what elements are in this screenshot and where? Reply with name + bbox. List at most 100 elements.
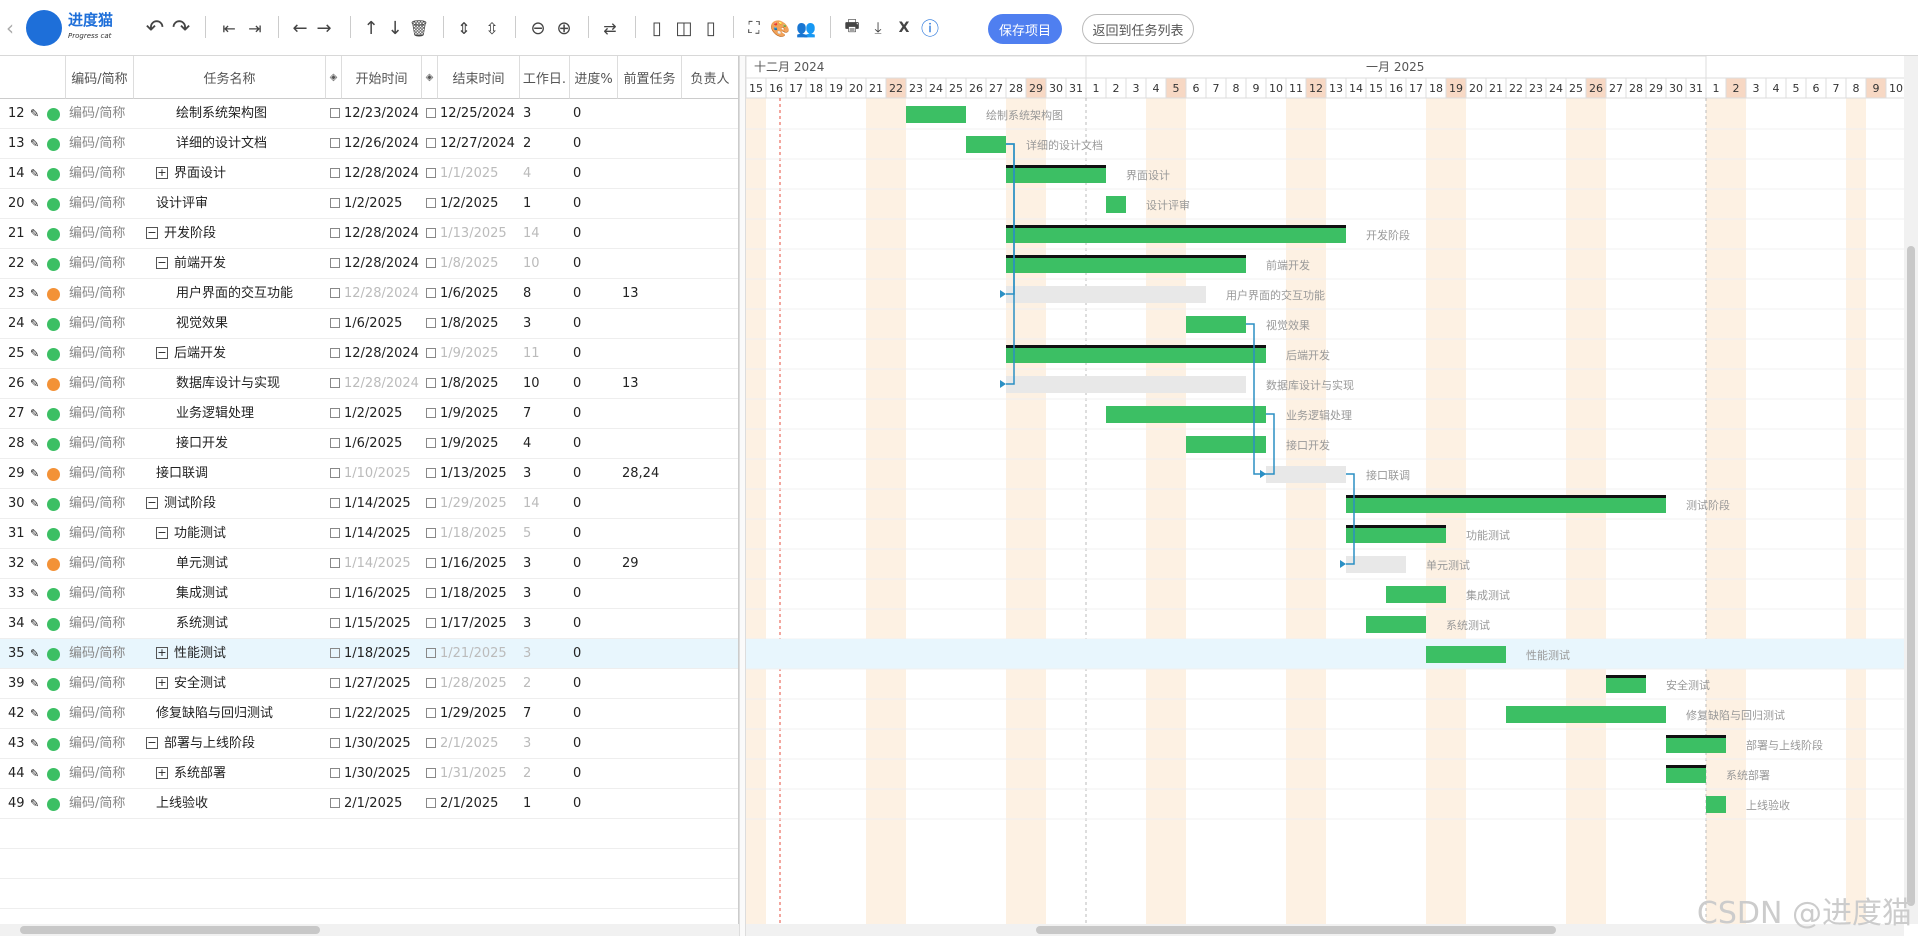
- logo[interactable]: ‹ 进度猫 Progress cat: [6, 8, 113, 48]
- edit-pencil-icon[interactable]: ✎: [30, 549, 42, 579]
- start-date[interactable]: 12/23/2024: [330, 99, 420, 129]
- task-row[interactable]: 12 ✎ 编码/简称 绘制系统架构图 12/23/2024 12/25/2024 3 0: [0, 99, 738, 129]
- end-date[interactable]: 1/17/2025: [426, 609, 520, 639]
- task-row[interactable]: 27 ✎ 编码/简称 业务逻辑处理 1/2/2025 1/9/2025 7 0: [0, 399, 738, 429]
- end-date[interactable]: 12/25/2024: [426, 99, 520, 129]
- palette-icon[interactable]: 🎨: [768, 12, 792, 44]
- start-date[interactable]: 1/14/2025: [330, 489, 420, 519]
- task-name[interactable]: + 安全测试: [156, 669, 324, 699]
- task-row[interactable]: 14 ✎ 编码/简称 + 界面设计 12/28/2024 1/1/2025 4 0: [0, 159, 738, 189]
- back-chevron-icon[interactable]: ‹: [6, 12, 14, 44]
- arrow-down-icon[interactable]: ↓: [384, 12, 406, 44]
- task-name[interactable]: 接口联调: [156, 459, 324, 489]
- start-date[interactable]: 1/6/2025: [330, 309, 420, 339]
- zoom-out-icon[interactable]: ⊖: [526, 12, 550, 44]
- task-name[interactable]: 上线验收: [156, 789, 324, 819]
- end-date[interactable]: 1/21/2025: [426, 639, 520, 669]
- edit-pencil-icon[interactable]: ✎: [30, 789, 42, 819]
- layout-left-icon[interactable]: ▯: [645, 12, 669, 44]
- task-name[interactable]: 集成测试: [166, 579, 324, 609]
- download-icon[interactable]: ⤓: [866, 12, 890, 44]
- collapse-icon[interactable]: −: [146, 496, 158, 509]
- task-row[interactable]: 21 ✎ 编码/简称 − 开发阶段 12/28/2024 1/13/2025 14 0: [0, 219, 738, 249]
- task-row[interactable]: 29 ✎ 编码/简称 接口联调 1/10/2025 1/13/2025 3 0 28,24: [0, 459, 738, 489]
- link-tasks-icon[interactable]: ⇄: [598, 12, 622, 44]
- task-name[interactable]: 系统测试: [166, 609, 324, 639]
- start-date[interactable]: 12/28/2024: [330, 339, 420, 369]
- start-date[interactable]: 12/26/2024: [330, 129, 420, 159]
- edit-pencil-icon[interactable]: ✎: [30, 129, 42, 159]
- task-name[interactable]: 业务逻辑处理: [166, 399, 324, 429]
- edit-pencil-icon[interactable]: ✎: [30, 609, 42, 639]
- end-date[interactable]: 1/8/2025: [426, 249, 520, 279]
- edit-pencil-icon[interactable]: ✎: [30, 759, 42, 789]
- edit-pencil-icon[interactable]: ✎: [30, 369, 42, 399]
- arrow-left-icon[interactable]: ←: [288, 12, 312, 44]
- task-name[interactable]: 绘制系统架构图: [166, 99, 324, 129]
- end-date[interactable]: 1/31/2025: [426, 759, 520, 789]
- start-date[interactable]: 1/18/2025: [330, 639, 420, 669]
- start-date[interactable]: 1/10/2025: [330, 459, 420, 489]
- edit-pencil-icon[interactable]: ✎: [30, 579, 42, 609]
- end-date[interactable]: 1/2/2025: [426, 189, 520, 219]
- expand-icon[interactable]: +: [156, 646, 168, 659]
- header-end-toggle-icon[interactable]: ◈: [422, 56, 438, 99]
- task-name[interactable]: + 界面设计: [156, 159, 324, 189]
- header-pred[interactable]: 前置任务: [618, 56, 682, 99]
- task-name[interactable]: 详细的设计文档: [166, 129, 324, 159]
- task-row[interactable]: 39 ✎ 编码/简称 + 安全测试 1/27/2025 1/28/2025 2 0: [0, 669, 738, 699]
- header-start-toggle-icon[interactable]: ◈: [326, 56, 342, 99]
- edit-pencil-icon[interactable]: ✎: [30, 159, 42, 189]
- task-name[interactable]: − 开发阶段: [146, 219, 324, 249]
- back-to-list-button[interactable]: 返回到任务列表: [1082, 14, 1194, 44]
- start-date[interactable]: 1/15/2025: [330, 609, 420, 639]
- arrow-right-icon[interactable]: →: [312, 12, 336, 44]
- excel-icon[interactable]: X: [892, 12, 916, 44]
- help-icon[interactable]: ⓘ: [918, 12, 942, 44]
- trash-icon[interactable]: 🗑: [408, 12, 430, 44]
- task-row[interactable]: 30 ✎ 编码/简称 − 测试阶段 1/14/2025 1/29/2025 14 0: [0, 489, 738, 519]
- outdent-icon[interactable]: ⇤: [216, 12, 242, 44]
- start-date[interactable]: 1/6/2025: [330, 429, 420, 459]
- end-date[interactable]: 1/9/2025: [426, 399, 520, 429]
- header-start[interactable]: 开始时间: [342, 56, 422, 99]
- task-row[interactable]: 23 ✎ 编码/简称 用户界面的交互功能 12/28/2024 1/6/2025 8 0 13: [0, 279, 738, 309]
- task-name[interactable]: 单元测试: [166, 549, 324, 579]
- start-date[interactable]: 12/28/2024: [330, 219, 420, 249]
- header-days[interactable]: 工作日.: [520, 56, 570, 99]
- edit-pencil-icon[interactable]: ✎: [30, 669, 42, 699]
- task-name[interactable]: − 前端开发: [156, 249, 324, 279]
- edit-pencil-icon[interactable]: ✎: [30, 429, 42, 459]
- task-row[interactable]: 24 ✎ 编码/简称 视觉效果 1/6/2025 1/8/2025 3 0: [0, 309, 738, 339]
- task-row[interactable]: 34 ✎ 编码/简称 系统测试 1/15/2025 1/17/2025 3 0: [0, 609, 738, 639]
- users-icon[interactable]: 👥: [794, 12, 818, 44]
- expand-rows-icon[interactable]: ⇕: [452, 12, 476, 44]
- layout-right-icon[interactable]: ▯: [699, 12, 723, 44]
- collapse-rows-icon[interactable]: ⇳: [480, 12, 504, 44]
- end-date[interactable]: 1/13/2025: [426, 459, 520, 489]
- layout-split-icon[interactable]: ◫: [672, 12, 696, 44]
- task-name[interactable]: 设计评审: [156, 189, 324, 219]
- undo-icon[interactable]: ↶: [142, 12, 168, 44]
- task-name[interactable]: 用户界面的交互功能: [166, 279, 324, 309]
- expand-icon[interactable]: +: [156, 766, 168, 779]
- task-row[interactable]: 33 ✎ 编码/简称 集成测试 1/16/2025 1/18/2025 3 0: [0, 579, 738, 609]
- edit-pencil-icon[interactable]: ✎: [30, 279, 42, 309]
- edit-pencil-icon[interactable]: ✎: [30, 699, 42, 729]
- end-date[interactable]: 12/27/2024: [426, 129, 520, 159]
- start-date[interactable]: 1/2/2025: [330, 189, 420, 219]
- end-date[interactable]: 2/1/2025: [426, 729, 520, 759]
- end-date[interactable]: 1/29/2025: [426, 699, 520, 729]
- task-row[interactable]: 35 ✎ 编码/简称 + 性能测试 1/18/2025 1/21/2025 3 0: [0, 639, 738, 669]
- header-name[interactable]: 任务名称: [134, 56, 326, 99]
- edit-pencil-icon[interactable]: ✎: [30, 729, 42, 759]
- collapse-icon[interactable]: −: [156, 256, 168, 269]
- task-name[interactable]: 接口开发: [166, 429, 324, 459]
- start-date[interactable]: 12/28/2024: [330, 249, 420, 279]
- start-date[interactable]: 12/28/2024: [330, 369, 420, 399]
- task-row[interactable]: 20 ✎ 编码/简称 设计评审 1/2/2025 1/2/2025 1 0: [0, 189, 738, 219]
- task-name[interactable]: 数据库设计与实现: [166, 369, 324, 399]
- collapse-icon[interactable]: −: [156, 526, 168, 539]
- start-date[interactable]: 1/27/2025: [330, 669, 420, 699]
- zoom-in-icon[interactable]: ⊕: [552, 12, 576, 44]
